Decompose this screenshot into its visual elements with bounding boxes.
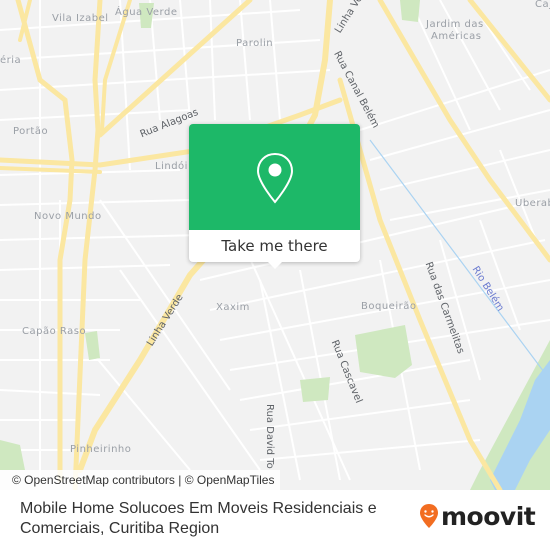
- popup-header: [189, 124, 360, 230]
- place-label-eria: éria: [0, 55, 22, 66]
- place-label-agua-verde: Água Verde: [115, 7, 178, 18]
- place-label-boqueirao: Boqueirão: [361, 301, 417, 312]
- place-label-novo-mundo: Novo Mundo: [34, 211, 102, 222]
- place-label-caj: Caj: [535, 0, 550, 10]
- street-label-rua-david-tows: Rua David To: [264, 404, 275, 469]
- water-bodies: [369, 139, 550, 490]
- popup-pointer: [267, 261, 283, 269]
- map-view[interactable]: Vila Izabel Água Verde Parolin Jardim da…: [0, 0, 550, 490]
- place-title: Mobile Home Solucoes Em Moveis Residenci…: [20, 500, 377, 537]
- place-label-jardim-das-americas-line2: Américas: [431, 31, 482, 42]
- location-popup[interactable]: Take me there: [189, 124, 360, 269]
- place-label-capao-raso: Capão Raso: [22, 326, 87, 337]
- place-label-vila-izabel: Vila Izabel: [52, 13, 109, 24]
- place-label-portao: Portão: [13, 126, 49, 137]
- place-label-lindoia: Lindói: [155, 161, 188, 172]
- moovit-pin-icon: [420, 504, 438, 528]
- moovit-wordmark: moovit: [441, 501, 536, 531]
- map-attribution[interactable]: © OpenStreetMap contributors | © OpenMap…: [0, 470, 281, 490]
- place-label-uberaba: Uberab: [515, 198, 550, 209]
- place-label-pinheirinho: Pinheirinho: [70, 444, 132, 455]
- place-label-parolin: Parolin: [236, 38, 274, 49]
- map-pin-icon: [256, 152, 294, 204]
- footer: Mobile Home Solucoes Em Moveis Residenci…: [0, 490, 550, 550]
- place-label-jardim-das-americas-line1: Jardim das: [426, 19, 484, 30]
- place-label-xaxim: Xaxim: [216, 302, 250, 313]
- take-me-there-button[interactable]: Take me there: [189, 230, 360, 262]
- moovit-logo[interactable]: moovit: [419, 501, 536, 531]
